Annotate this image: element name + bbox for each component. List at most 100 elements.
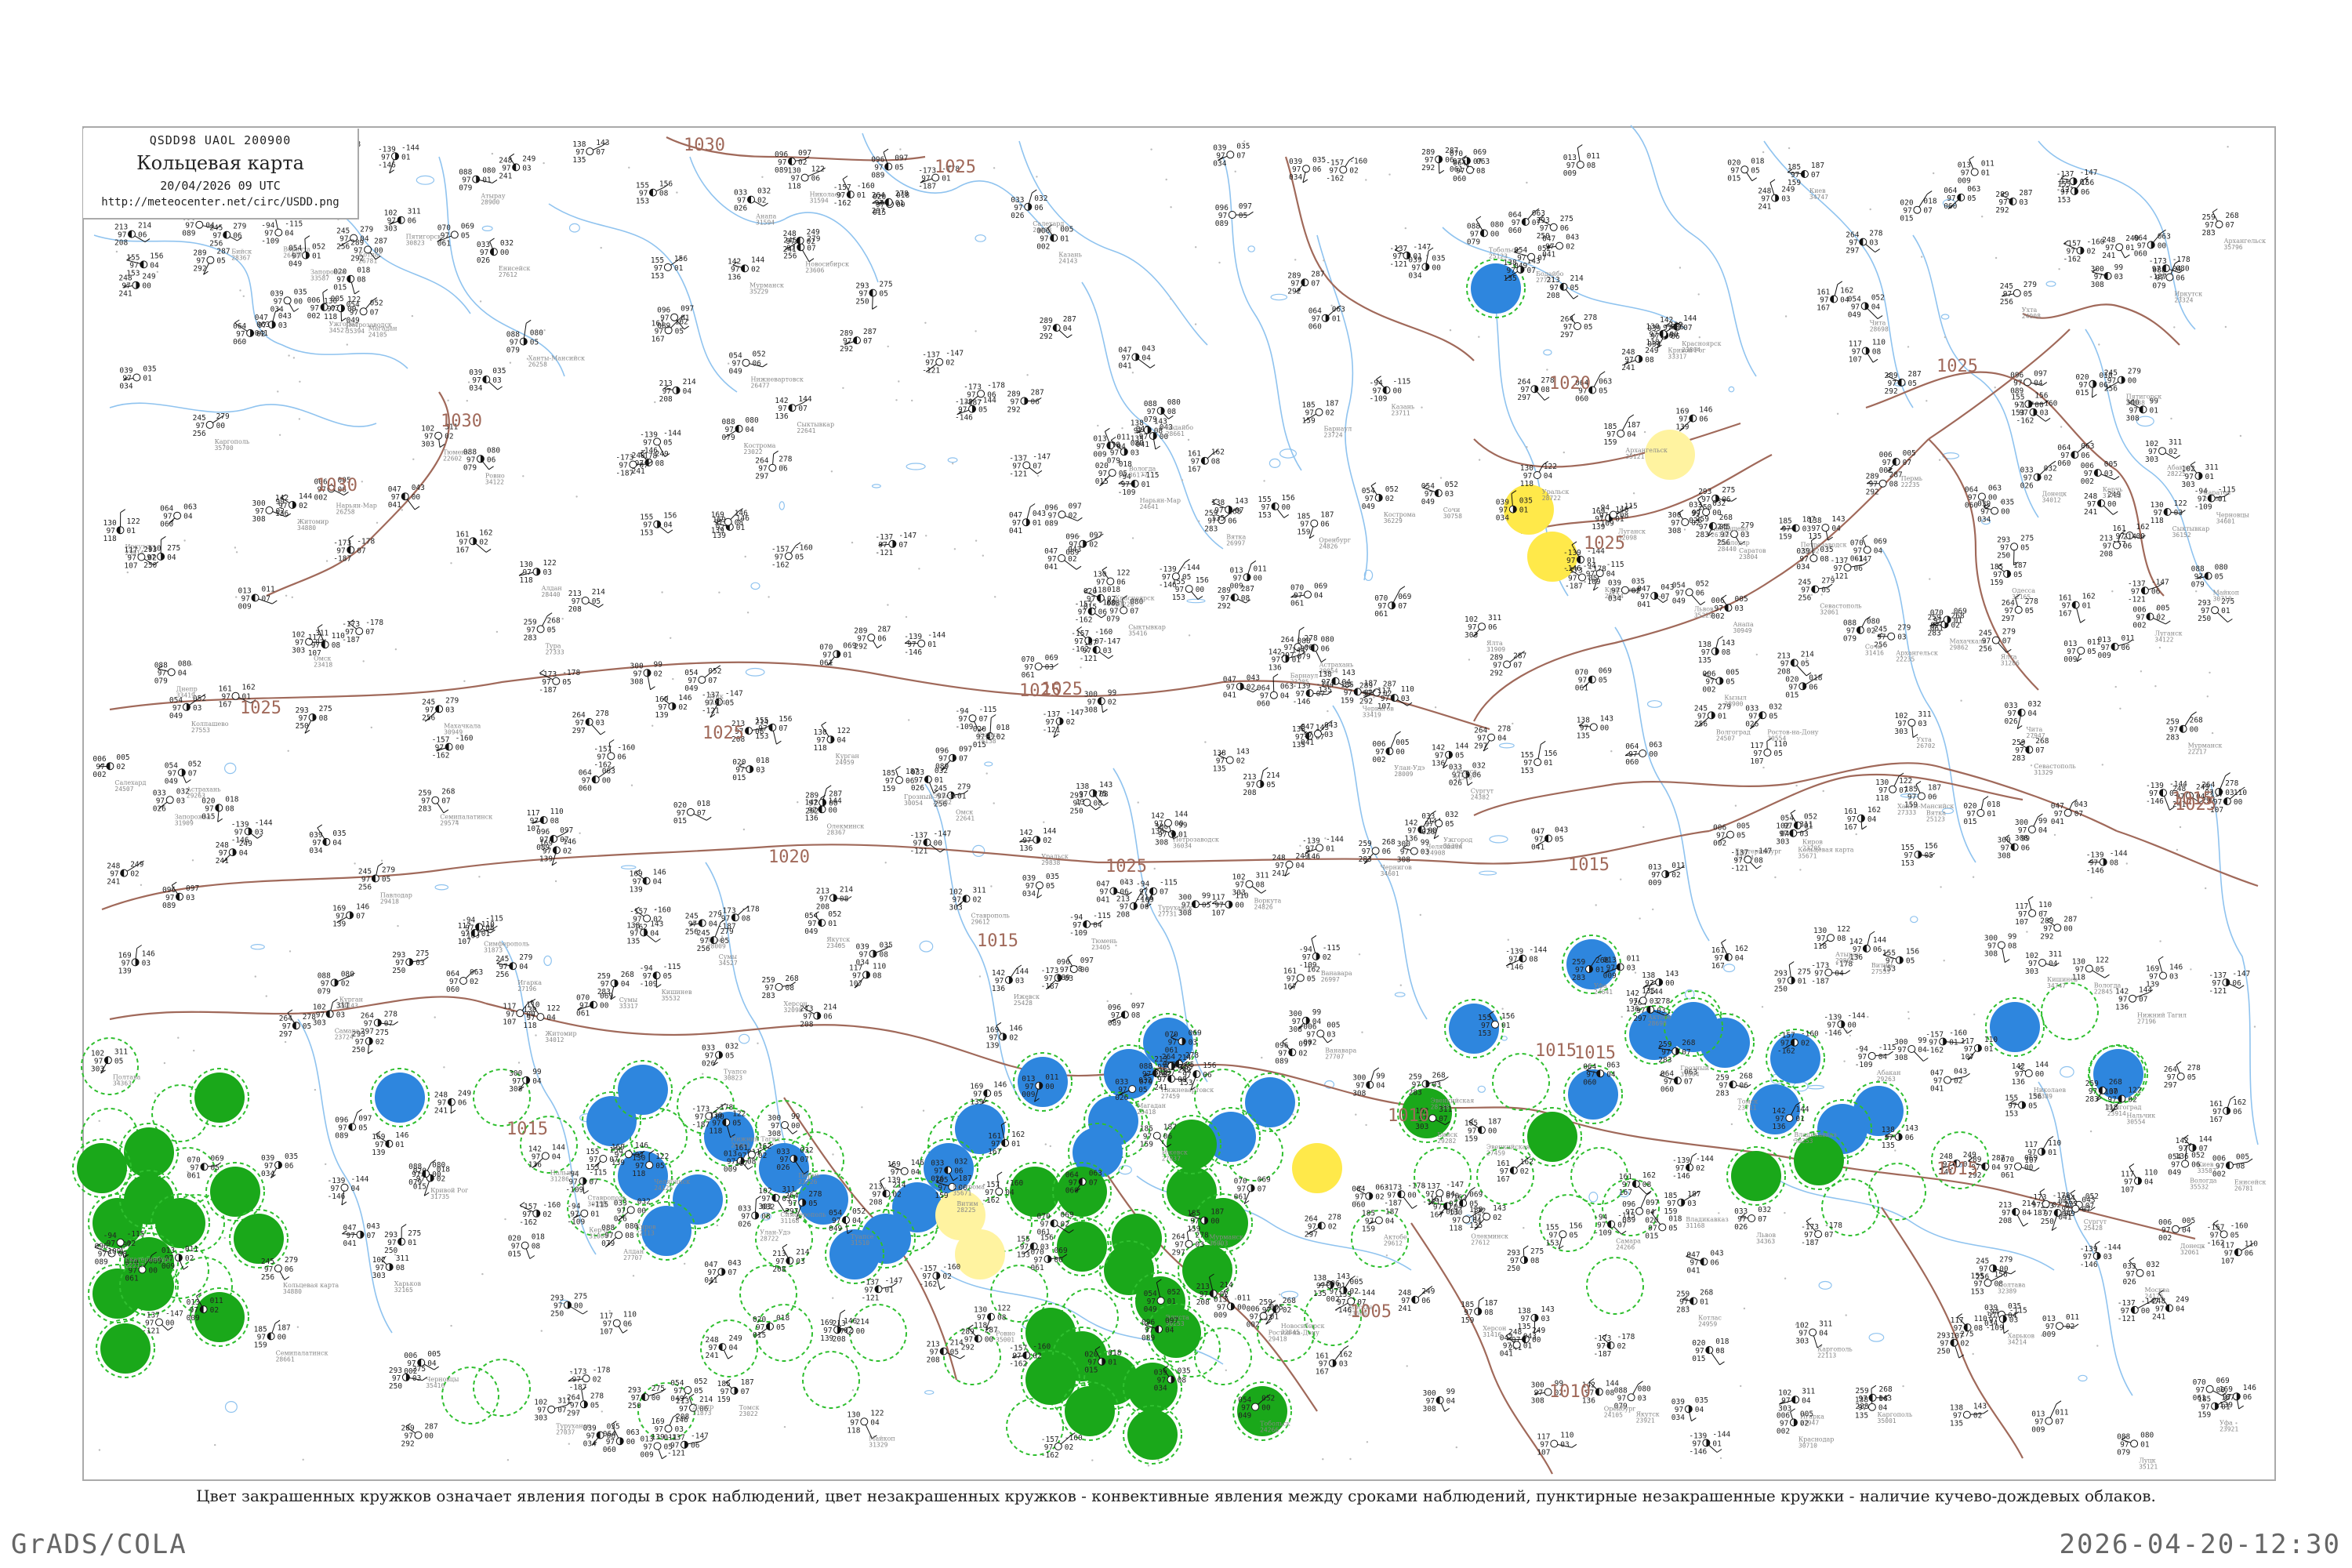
station-tendency-value: 06 (1739, 1081, 1748, 1090)
station-dewpoint-value: 026 (2123, 1278, 2136, 1287)
station-pressure-value: -144 (1357, 1289, 1375, 1298)
station-pressure-value: 162 (1867, 806, 1881, 815)
station-dewpoint-value: 292 (805, 808, 818, 816)
station-dewpoint-value: 041 (1009, 527, 1022, 535)
station-dewpoint-value: 167 (1817, 304, 1830, 313)
grid-dot-386 (467, 381, 470, 383)
grid-dot-358 (1719, 1457, 1722, 1460)
grid-dot-114 (223, 1236, 226, 1240)
grid-dot-307 (993, 167, 996, 169)
station-dewpoint-value: -146 (378, 161, 396, 169)
station-tendency-value: 05 (1202, 901, 1210, 909)
grid-dot-343 (163, 1062, 166, 1065)
station-tendency-value: 08 (1642, 1181, 1652, 1189)
station-tendency-value: 06 (2245, 1249, 2254, 1258)
station-tendency-value: 07 (800, 1156, 808, 1164)
station-dewpoint-value: 256 (193, 430, 206, 438)
grid-dot-225 (2089, 1130, 2092, 1133)
station-pressure-value: -160 (1349, 158, 1367, 166)
grid-dot-215 (491, 152, 494, 155)
station-pressure-value: 249 (522, 154, 535, 163)
station-tendency-value: 04 (239, 849, 249, 858)
station-dewpoint-value: -109 (1118, 488, 1136, 497)
station-id-label: 23804 (1739, 554, 1758, 561)
station-dewpoint-value: -187 (1041, 982, 1059, 991)
cloud-cover-circle (2215, 220, 2223, 229)
station-tendency-value: 07 (1682, 1048, 1690, 1057)
station-tendency-value: 07 (2055, 1418, 2063, 1427)
station-dewpoint-value: 256 (358, 884, 372, 892)
station-dewpoint-value: 015 (1692, 1355, 1705, 1363)
grid-dot-356 (2253, 1025, 2256, 1028)
station-tendency-value: 00 (829, 800, 838, 808)
grid-dot-251 (1940, 886, 1942, 888)
grid-dot-328 (1439, 477, 1443, 479)
station-dewpoint-value: 015 (333, 284, 347, 292)
station-tendency-value: 02 (757, 197, 766, 205)
station-pressure-value: 143 (1665, 970, 1679, 978)
station-dewpoint-value: 136 (2115, 1004, 2129, 1012)
station-dewpoint-value: 167 (456, 546, 469, 554)
grid-dot-262 (214, 1443, 216, 1446)
station-tendency-value: 02 (1385, 495, 1394, 503)
cloud-cover-circle (1821, 524, 1830, 532)
station-id-label: 36034 (1173, 843, 1192, 850)
station-pressure-value: -144 (1326, 835, 1344, 844)
grid-dot-258 (1730, 1123, 1733, 1126)
station-dewpoint-value: 283 (762, 992, 775, 1000)
shower-circle-32 (1731, 1151, 1781, 1201)
grid-dot-348 (1926, 400, 1928, 402)
station-id-label: 24143 (339, 1002, 358, 1009)
station-dewpoint-value: 009 (1563, 169, 1577, 178)
station-id-label: 26063 (1033, 227, 1051, 234)
station-pressure-value: 311 (1439, 1105, 1452, 1114)
station-dewpoint-value: 139 (652, 1433, 665, 1442)
station-pressure-value: -160 (1033, 1343, 1051, 1352)
grid-dot-175 (1523, 1227, 1525, 1229)
station-id-label: 23724 (335, 1033, 354, 1040)
grid-dot-310 (543, 329, 546, 332)
station-tendency-value: 07 (589, 1178, 597, 1187)
station-pressure-value: -115 (285, 220, 303, 229)
station-tendency-value: 05 (655, 1162, 664, 1171)
station-tendency-value: 07 (609, 1156, 618, 1164)
grid-dot-98 (911, 399, 913, 402)
cloud-cover-circle (1809, 1328, 1817, 1337)
station-tendency-value: 05 (1769, 712, 1777, 720)
rain-circle-28 (618, 1065, 668, 1115)
grid-dot-84 (1595, 904, 1597, 906)
cloud-cover-circle (1371, 847, 1380, 855)
station-dewpoint-value: 139 (332, 920, 346, 928)
station-dewpoint-value: 303 (384, 225, 397, 234)
station-tendency-value: 01 (127, 527, 136, 535)
station-pressure-value: 287 (1063, 315, 1076, 324)
grid-dot-301 (495, 630, 499, 633)
station-tendency-value: 02 (892, 1191, 901, 1200)
grid-dot-138 (1355, 1113, 1357, 1116)
shower-circle-7 (234, 1214, 284, 1264)
station-tendency-value: 06 (2122, 644, 2131, 652)
station-id-label: 29263 (1877, 1076, 1896, 1083)
grid-dot-412 (1507, 938, 1510, 941)
station-tendency-value: 04 (1142, 354, 1151, 362)
station-pressure-value: 122 (837, 727, 851, 735)
grid-dot-305 (1188, 634, 1191, 637)
station-id-label: 35796 (2224, 244, 2243, 251)
cloud-cover-circle (173, 511, 182, 520)
grid-dot-139 (535, 1034, 537, 1036)
station-id-label: 28225 (956, 1207, 975, 1214)
station-tendency-value: 05 (720, 937, 729, 946)
station-id-label: 36003 (1209, 1240, 1228, 1247)
grid-dot-146 (922, 1109, 925, 1112)
grid-dot-296 (1652, 908, 1654, 911)
station-dewpoint-value: 135 (1882, 1142, 1895, 1150)
station-id-label: 24641 (1594, 989, 1613, 996)
station-tendency-value: 01 (1108, 1359, 1117, 1367)
station-tendency-value: 03 (2225, 789, 2234, 797)
station-pressure-value: 99 (1202, 891, 1211, 900)
station-pressure-value: 032 (1138, 1076, 1152, 1085)
station-id-label: 24382 (1471, 794, 1490, 801)
station-tendency-value: 02 (1867, 627, 1875, 636)
station-pressure-value: 146 (2169, 964, 2183, 972)
station-dewpoint-value: 061 (187, 1171, 201, 1180)
